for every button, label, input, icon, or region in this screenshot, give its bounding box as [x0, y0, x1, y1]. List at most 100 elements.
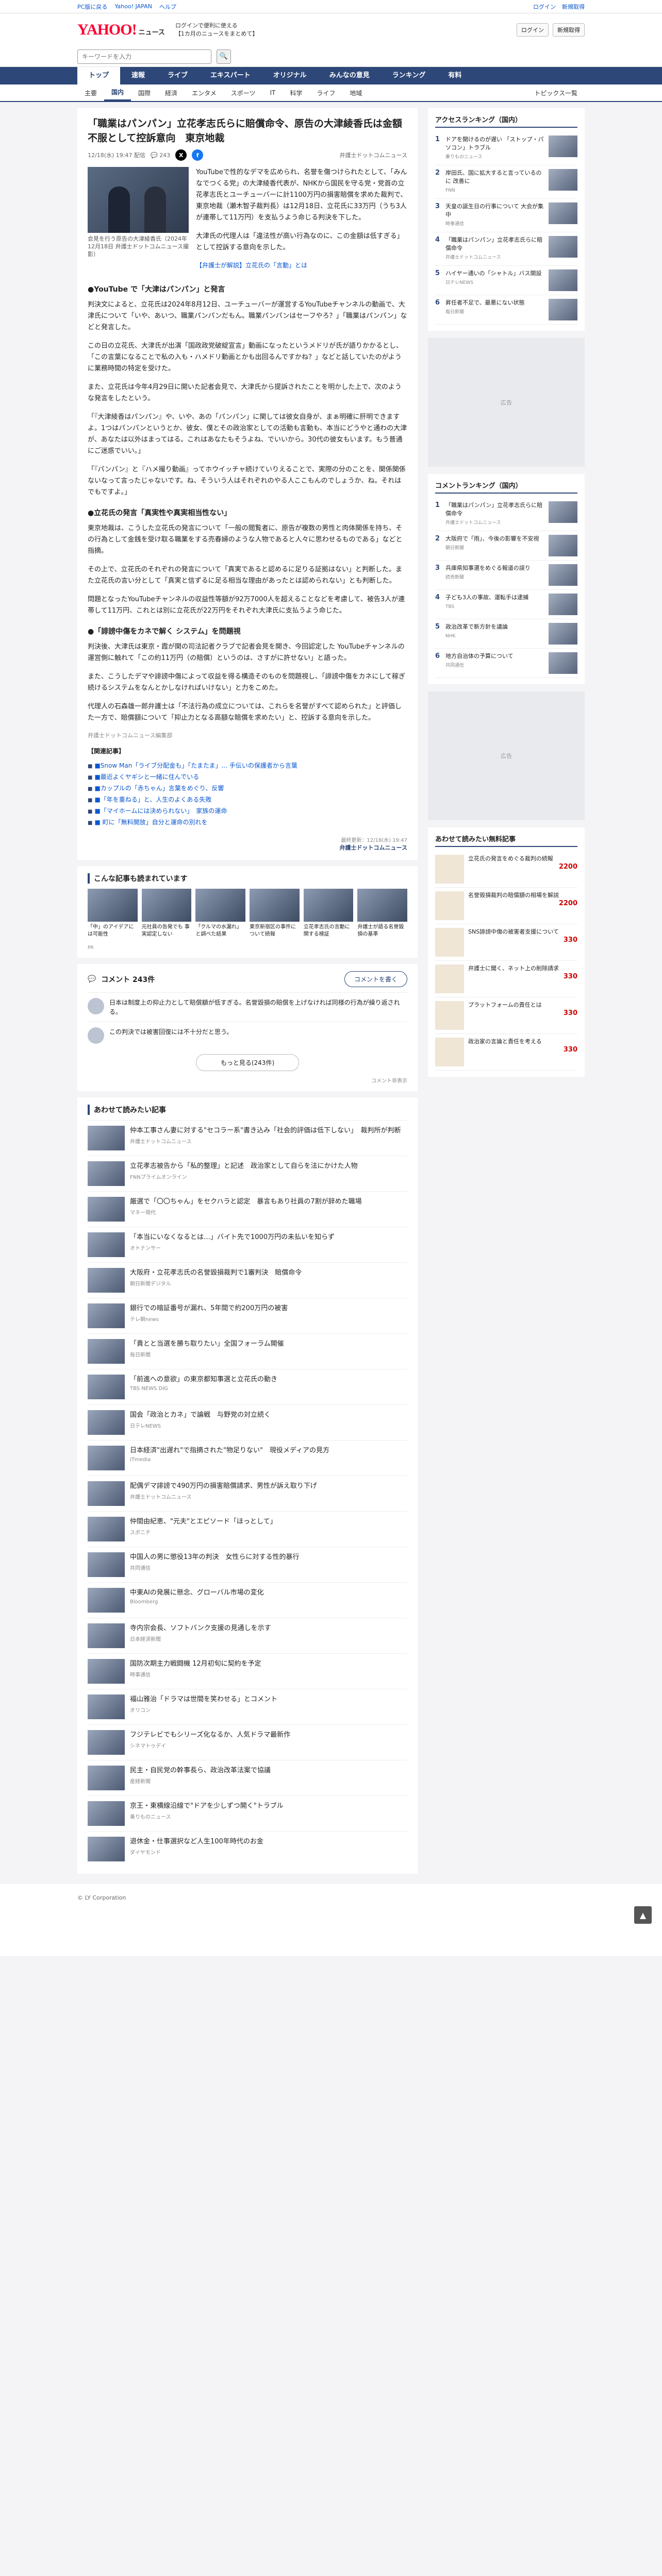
recommended-item[interactable]: 銀行での暗証番号が漏れ、5年間で約200万円の被害 テレ朝news — [88, 1298, 407, 1333]
recommended-item[interactable]: 中国人の男に懲役13年の判決 女性らに対する性的暴行 共同通信 — [88, 1547, 407, 1582]
search-input[interactable] — [77, 49, 211, 64]
back-to-top-button[interactable]: ▲ — [634, 1906, 652, 1924]
hide-comments[interactable]: コメント非表示 — [88, 1076, 407, 1084]
cat-economy[interactable]: 経済 — [158, 89, 185, 97]
ranking-item[interactable]: 3 兵庫県知事選をめぐる報道の誤り 読売新聞 — [435, 561, 577, 590]
comment-count[interactable]: 💬 243 — [151, 152, 170, 159]
nav-live[interactable]: ライブ — [156, 67, 199, 84]
read-card[interactable]: 「中」のアイデアには可能性 PR — [88, 889, 138, 951]
search-button[interactable]: 🔍 — [217, 49, 231, 64]
cat-sports[interactable]: スポーツ — [224, 89, 263, 97]
shop-item[interactable]: 名誉毀損裁判の賠償額の相場を解説 2200 — [435, 888, 577, 924]
recommended-item[interactable]: 大阪府・立花孝志氏の名誉毀損裁判で1審判決 賠償命令 朝日新聞デジタル — [88, 1262, 407, 1298]
ranking-item[interactable]: 4 子ども3人の事故、運転手は逮捕 TBS — [435, 590, 577, 619]
read-card[interactable]: 立花孝志氏の言動に関する検証 — [303, 889, 354, 951]
related-item[interactable]: ■「年を重ねる」と、人生のよくある失敗 — [88, 794, 407, 806]
cat-entertainment[interactable]: エンタメ — [185, 89, 224, 97]
recommended-item[interactable]: 「本当にいなくなるとは…」バイト先で1000万円の未払いを知らず オトナンサー — [88, 1227, 407, 1262]
shop-item[interactable]: 弁護士に聞く、ネット上の削除請求 330 — [435, 961, 577, 997]
read-card[interactable]: 弁護士が語る名誉毀損の基準 — [357, 889, 408, 951]
thumbnail — [88, 1481, 125, 1506]
ranking-item[interactable]: 6 地方自治体の予算について 共同通信 — [435, 649, 577, 678]
recommended-item[interactable]: 「前進への意欲」の東京都知事選と立花氏の動き TBS NEWS DIG — [88, 1369, 407, 1404]
read-card[interactable]: 東京新宿区の事件について続報 — [250, 889, 300, 951]
recommended-item[interactable]: 立花孝志被告から「私的整理」と記述 政治家として自らを法にかけた人物 FNNプライ… — [88, 1156, 407, 1191]
recommended-item[interactable]: 配偶デマ誹謗で490万円の損害賠償請求、男性が訴え取り下げ 弁護士ドットコムニュー… — [88, 1476, 407, 1511]
recommended-item[interactable]: 退休金・仕事選択など人生100年時代のお金 ダイヤモンド — [88, 1831, 407, 1867]
related-item[interactable]: ■カップルの「赤ちゃん」言葉をめぐり、反響 — [88, 783, 407, 794]
related-item[interactable]: ■最近よくヤギシと一緒に住んでいる — [88, 772, 407, 783]
nav-top[interactable]: トップ — [77, 67, 121, 84]
recommended-item[interactable]: 国会「政治とカネ」で論戦 与野党の対立続く 日テレNEWS — [88, 1404, 407, 1440]
recommended-item[interactable]: 福山雅治「ドラマは世間を笑わせる」とコメント オリコン — [88, 1689, 407, 1724]
ranking-item[interactable]: 5 政治改革で新方針を議論 NHK — [435, 619, 577, 649]
ranking-item[interactable]: 1 「職業はパンパン」立花孝志氏らに賠償命令 弁護士ドットコムニュース — [435, 498, 577, 531]
recommended-source: 弁護士ドットコムニュース — [130, 1495, 192, 1500]
recommended-item[interactable]: フジテレビでもシリーズ化なるか、人気ドラマ最新作 シネマトゥデイ — [88, 1724, 407, 1760]
header-link-2[interactable]: 【1カ月のニュースをまとめて】 — [175, 30, 258, 38]
ranking-item[interactable]: 1 ドアを開けるのが遅い 「ストップ・パソコン」トラブル 乗りものニュース — [435, 132, 577, 165]
article-footer-source[interactable]: 弁護士ドットコムニュース — [88, 843, 407, 852]
related-item[interactable]: ■ 町に「無料開放」自分と運命の別れを — [88, 817, 407, 828]
topbar-login[interactable]: ログイン — [533, 3, 556, 11]
topbar-link-help[interactable]: ヘルプ — [159, 3, 176, 11]
topbar-signup[interactable]: 新規取得 — [562, 3, 585, 11]
cat-it[interactable]: IT — [262, 89, 283, 96]
nav-paid[interactable]: 有料 — [437, 67, 473, 84]
article-source[interactable]: 弁護士ドットコムニュース — [340, 151, 407, 159]
nav-opinion[interactable]: みんなの意見 — [318, 67, 381, 84]
ranking-item[interactable]: 3 天皇の誕生日の行事について 大会が集中 時事通信 — [435, 199, 577, 232]
rank-source: 毎日新聞 — [445, 310, 465, 315]
facebook-share-icon[interactable]: f — [192, 149, 204, 161]
shop-item[interactable]: 立花氏の発言をめぐる裁判の続報 2200 — [435, 851, 577, 888]
ranking-item[interactable]: 2 大阪府で「雨」、今後の影響を不安視 朝日新聞 — [435, 531, 577, 561]
header-link-1[interactable]: ログインで便利に使える — [175, 22, 258, 30]
shop-item[interactable]: プラットフォームの責任とは 330 — [435, 997, 577, 1034]
x-share-icon[interactable]: X — [175, 149, 187, 161]
recommended-item[interactable]: 京王・東横線沿線で"ドアを少しずつ開く"トラブル 乗りものニュース — [88, 1795, 407, 1831]
login-button[interactable]: ログイン — [517, 23, 549, 37]
ranking-item[interactable]: 5 ハイヤー通いの「シャトル」バス開設 日テレNEWS — [435, 266, 577, 295]
yahoo-logo[interactable]: YAHOO! ニュース — [77, 21, 165, 39]
ranking-item[interactable]: 4 「職業はパンパン」立花孝志氏らに賠償命令 弁護士ドットコムニュース — [435, 232, 577, 266]
topbar-link-yahoo[interactable]: Yahoo! JAPAN — [114, 3, 152, 10]
ad-slot[interactable]: 広告 — [428, 338, 585, 467]
cat-local[interactable]: 地域 — [342, 89, 369, 97]
recommended-item[interactable]: 仲本工事さん妻に対する"セコラー系"書き込み「社会的評価は低下しない」 裁判所が… — [88, 1120, 407, 1156]
ranking-item[interactable]: 2 岸田氏、国に拡大すると言っているのに 改善に FNN — [435, 165, 577, 199]
read-card[interactable]: 「クルマの水漏れ」と調べた結果 — [195, 889, 246, 951]
topbar-link-pc[interactable]: PC版に戻る — [77, 3, 107, 11]
write-comment-button[interactable]: コメントを書く — [344, 971, 407, 987]
nav-original[interactable]: オリジナル — [262, 67, 318, 84]
recommended-item[interactable]: 「貴とと当選を勝ち取りたい」全国フォーラム開催 毎日新聞 — [88, 1333, 407, 1369]
nav-ranking[interactable]: ランキング — [381, 67, 437, 84]
shop-item[interactable]: SNS誹謗中傷の被害者支援について 330 — [435, 924, 577, 961]
nav-breaking[interactable]: 速報 — [120, 67, 156, 84]
ranking-item[interactable]: 6 昇任者不足で、最悪にない状態 毎日新聞 — [435, 295, 577, 325]
recommended-item[interactable]: 厳選で「〇〇ちゃん」をセクハラと認定 暴言もあり社員の7割が辞めた職場 マネー現代 — [88, 1191, 407, 1227]
recommended-item[interactable]: 寺内宗会長、ソフトバンク支援の見通しを示す 日本経済新聞 — [88, 1618, 407, 1653]
cat-science[interactable]: 科学 — [283, 89, 309, 97]
recommended-item[interactable]: 仲間由紀恵、"元夫"とエピソード「ほっとして」 スポニチ — [88, 1511, 407, 1547]
nav-expert[interactable]: エキスパート — [199, 67, 262, 84]
recommended-item[interactable]: 民主・自民党の幹事長ら、政治改革法案で協議 産経新聞 — [88, 1760, 407, 1795]
recommended-item[interactable]: 日本経済"出遅れ"で指摘された"物足りない" 現役メディアの見方 ITmedia — [88, 1440, 407, 1476]
signup-button[interactable]: 新規取得 — [553, 23, 585, 37]
shop-item[interactable]: 政治家の言論と責任を考える 330 — [435, 1034, 577, 1071]
cat-life[interactable]: ライフ — [309, 89, 342, 97]
cat-international[interactable]: 国際 — [131, 89, 158, 97]
more-comments-button[interactable]: もっと見る(243件) — [196, 1054, 299, 1071]
recommended-item[interactable]: 中東AIの発展に懸念、グローバル市場の変化 Bloomberg — [88, 1582, 407, 1618]
shop-box: あわせて読みたい無料記事 立花氏の発言をめぐる裁判の続報 2200 名誉毀損裁判の賠… — [428, 827, 585, 1077]
thumbnail — [435, 855, 464, 884]
cat-more[interactable]: トピックス一覧 — [527, 89, 585, 97]
cat-main[interactable]: 主要 — [77, 89, 104, 97]
related-link[interactable]: 【弁護士が解説】立花氏の「言動」とは — [196, 261, 407, 269]
recommended-item[interactable]: 国防次期主力戦闘機 12月初旬に契約を予定 時事通信 — [88, 1653, 407, 1689]
ad-slot[interactable]: 広告 — [428, 691, 585, 820]
article-photo[interactable] — [88, 167, 189, 233]
related-item[interactable]: ■Snow Man「ライブ分配金も」「たまたま」... 手伝いの保護者から言葉 — [88, 760, 407, 772]
related-item[interactable]: ■「マイホームには決められない」 家族の運命 — [88, 806, 407, 817]
read-card[interactable]: 元社員の告発でも 事実認定しない — [141, 889, 192, 951]
cat-domestic[interactable]: 国内 — [104, 85, 131, 101]
